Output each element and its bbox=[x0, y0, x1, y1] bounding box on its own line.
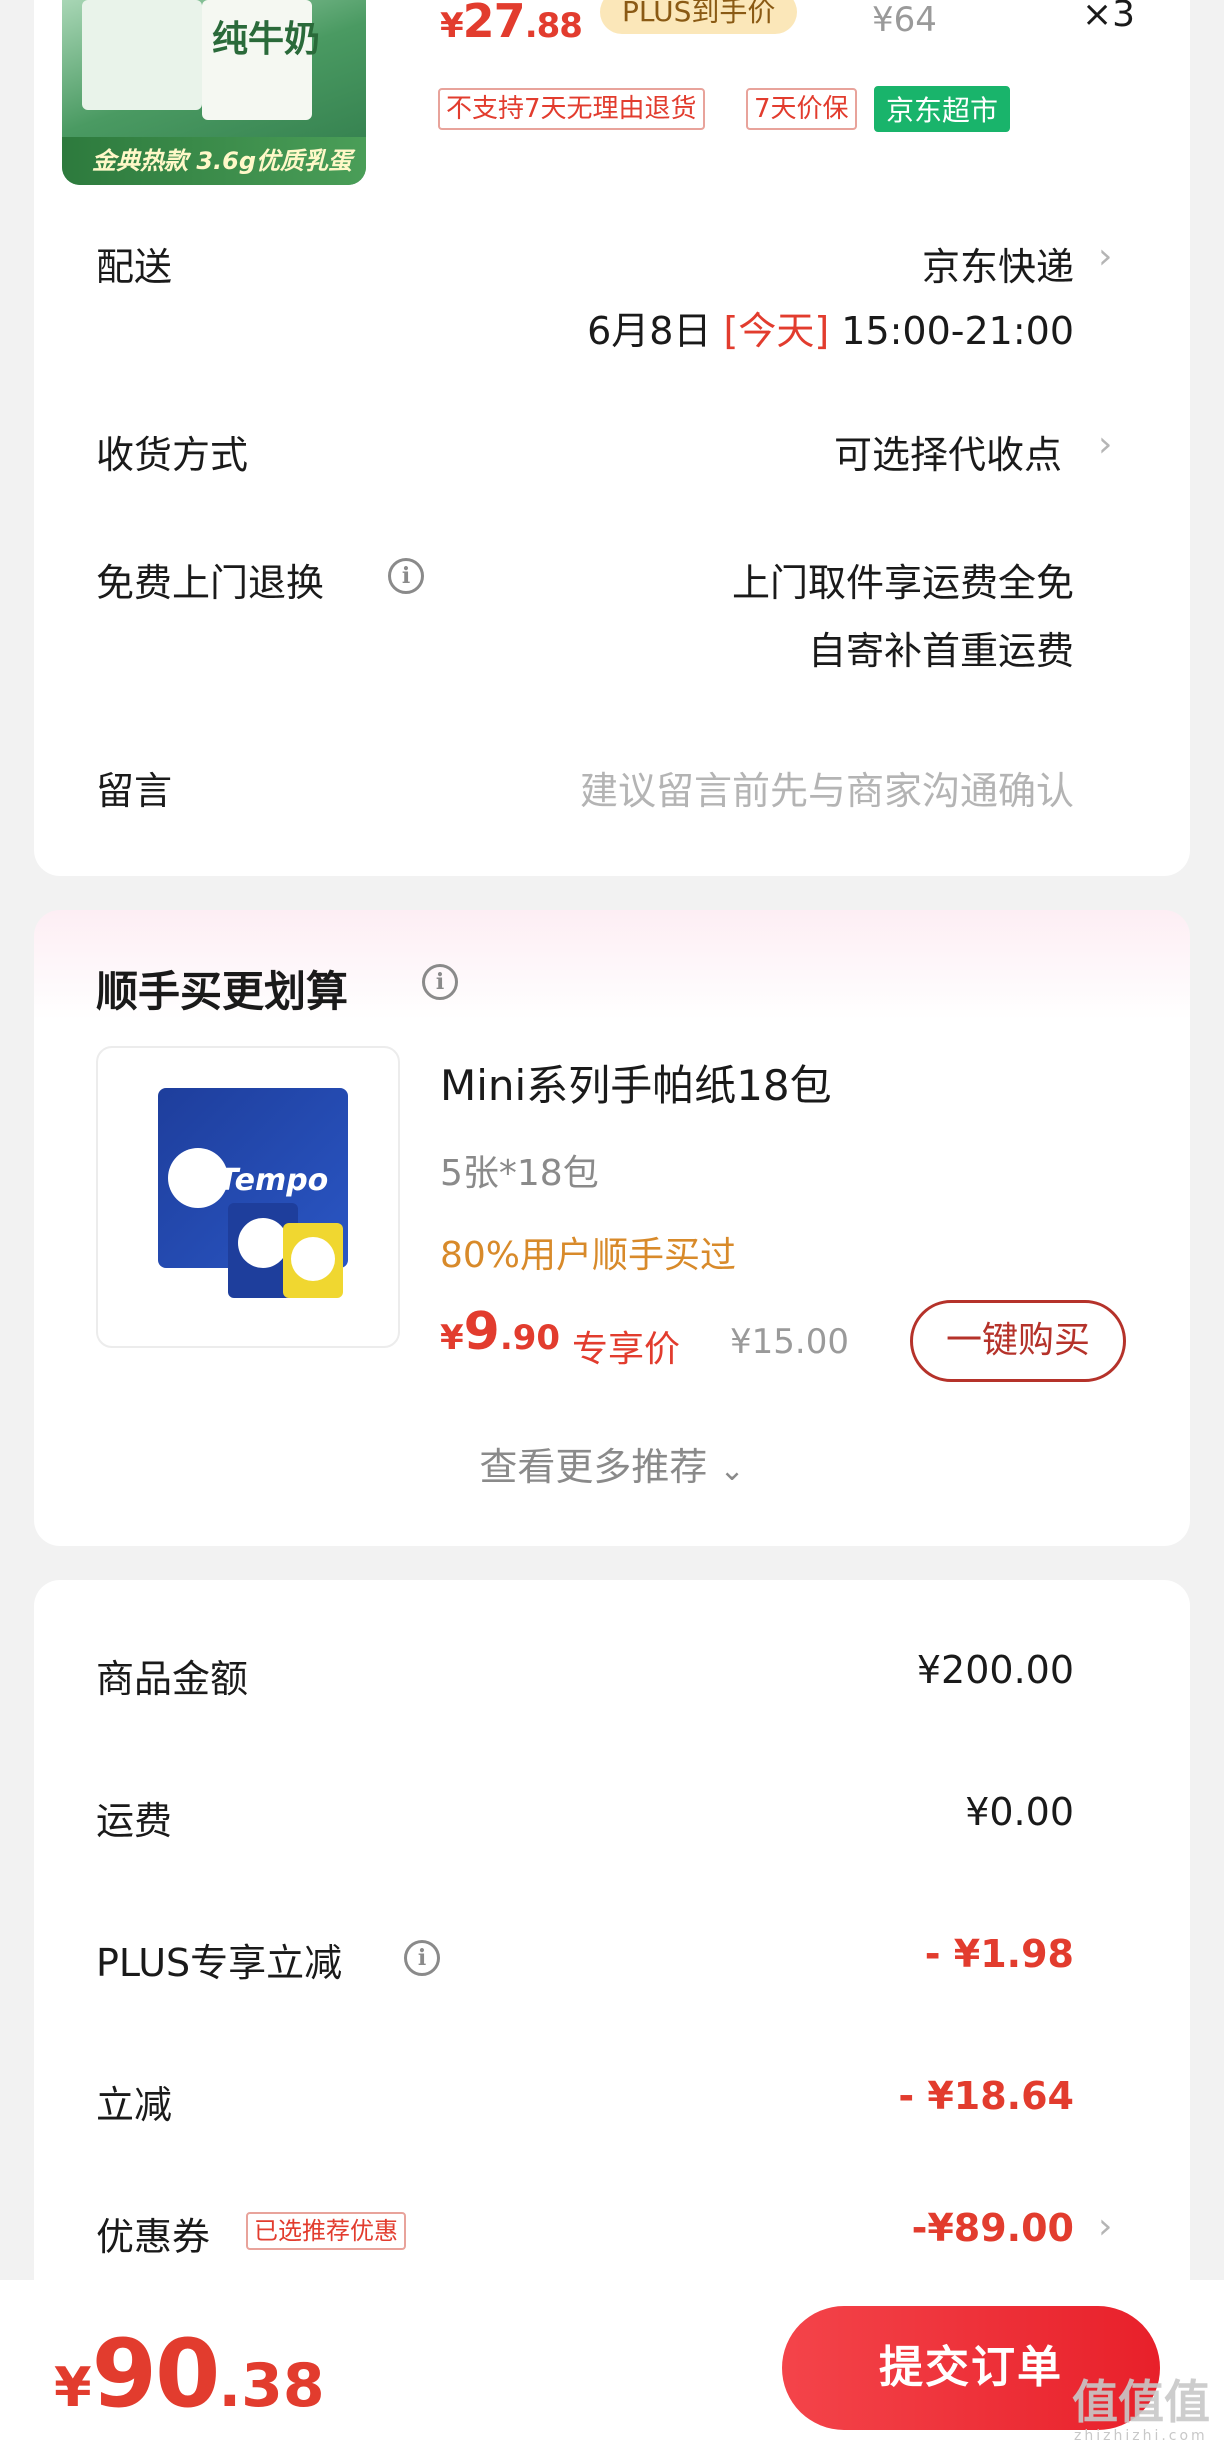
thumb-banner: 金典热款 3.6g优质乳蛋白 bbox=[62, 137, 366, 185]
one-click-buy-button[interactable]: 一键购买 bbox=[910, 1300, 1126, 1382]
watermark-logo: 值值值 bbox=[1072, 2375, 1210, 2429]
coupon-recommended-badge: 已选推荐优惠 bbox=[246, 2212, 406, 2250]
info-icon[interactable]: i bbox=[388, 558, 424, 594]
more-recommendations-link[interactable]: 查看更多推荐 ⌄ bbox=[0, 1436, 1224, 1491]
more-recommendations-label: 查看更多推荐 bbox=[479, 1445, 708, 1489]
price-decimal: .90 bbox=[499, 1318, 561, 1358]
free-return-label: 免费上门退换 bbox=[96, 561, 325, 605]
product-thumbnail-milk[interactable]: 纯牛奶 金典热款 3.6g优质乳蛋白 bbox=[62, 0, 366, 185]
receipt-method-value[interactable]: 可选择代收点 bbox=[834, 424, 1062, 479]
watermark-url: zhizhizhi.com bbox=[1074, 2428, 1208, 2444]
recommend-product-thumbnail[interactable]: Tempo bbox=[96, 1046, 400, 1348]
price-symbol: ¥ bbox=[440, 6, 464, 46]
recommend-product-name[interactable]: Mini系列手帕纸18包 bbox=[440, 1052, 832, 1113]
plus-discount-label: PLUS专享立减 bbox=[96, 1941, 343, 1985]
plus-price-badge: PLUS到手价 bbox=[600, 0, 798, 34]
exclusive-price-label: 专享价 bbox=[572, 1329, 681, 1370]
tag-no-7day-return: 不支持7天无理由退货 bbox=[438, 88, 705, 130]
delivery-carrier[interactable]: 京东快递 bbox=[922, 236, 1074, 291]
info-icon[interactable]: i bbox=[404, 1940, 440, 1976]
price-int: 27 bbox=[462, 0, 526, 48]
tissue-logo: Tempo bbox=[218, 1163, 329, 1198]
instant-discount-label: 立减 bbox=[96, 2083, 173, 2127]
message-input[interactable]: 建议留言前先与商家沟通确认 bbox=[580, 760, 1074, 815]
recommend-original-price: ¥15.00 bbox=[730, 1322, 849, 1362]
chevron-right-icon[interactable]: › bbox=[1098, 2206, 1112, 2247]
message-label: 留言 bbox=[96, 769, 173, 813]
plus-discount-value: - ¥1.98 bbox=[924, 1932, 1074, 1976]
thumb-label: 纯牛奶 bbox=[212, 19, 321, 60]
delivery-label: 配送 bbox=[96, 245, 173, 289]
total-int: 90 bbox=[91, 2320, 221, 2429]
shipping-label: 运费 bbox=[96, 1799, 173, 1843]
original-price: ¥64 bbox=[872, 0, 937, 40]
delivery-date: 6月8日 bbox=[587, 309, 712, 353]
coupon-label: 优惠券 bbox=[96, 2215, 211, 2259]
milk-box-image bbox=[82, 0, 202, 110]
total-symbol: ¥ bbox=[54, 2356, 92, 2419]
recommend-price: ¥9.90 bbox=[440, 1302, 560, 1362]
product-quantity: ×3 bbox=[1082, 0, 1136, 35]
goods-amount-label: 商品金额 bbox=[96, 1657, 249, 1701]
recommend-buyers-stat: 80%用户顺手买过 bbox=[440, 1235, 737, 1276]
chevron-right-icon[interactable]: › bbox=[1098, 424, 1112, 465]
free-return-line2: 自寄补首重运费 bbox=[807, 629, 1074, 673]
total-decimal: .38 bbox=[218, 2351, 325, 2421]
chevron-right-icon[interactable]: › bbox=[1098, 236, 1112, 277]
free-return-line1: 上门取件享运费全免 bbox=[731, 561, 1074, 605]
receipt-method-label: 收货方式 bbox=[96, 433, 249, 477]
shipping-value: ¥0.00 bbox=[965, 1790, 1074, 1834]
price-int: 9 bbox=[463, 1302, 500, 1362]
delivery-time: 6月8日 [今天] 15:00-21:00 bbox=[587, 300, 1074, 355]
order-total: ¥90.38 bbox=[54, 2320, 325, 2429]
info-icon[interactable]: i bbox=[422, 964, 458, 1000]
instant-discount-value: - ¥18.64 bbox=[898, 2074, 1074, 2118]
delivery-today: [今天] bbox=[723, 309, 830, 353]
recommend-title: 顺手买更划算 bbox=[96, 967, 349, 1016]
price-decimal: .88 bbox=[524, 6, 583, 46]
product-price: ¥27.88 bbox=[440, 0, 583, 48]
recommend-product-spec: 5张*18包 bbox=[440, 1153, 599, 1194]
tissue-pack-image bbox=[283, 1223, 343, 1298]
goods-amount-value: ¥200.00 bbox=[916, 1648, 1074, 1692]
chevron-down-icon: ⌄ bbox=[719, 1453, 745, 1488]
tag-price-protect: 7天价保 bbox=[746, 88, 857, 130]
delivery-window: 15:00-21:00 bbox=[841, 309, 1074, 353]
coupon-value[interactable]: -¥89.00 bbox=[912, 2206, 1074, 2250]
price-symbol: ¥ bbox=[440, 1318, 464, 1358]
tag-jd-supermarket: 京东超市 bbox=[874, 86, 1011, 132]
